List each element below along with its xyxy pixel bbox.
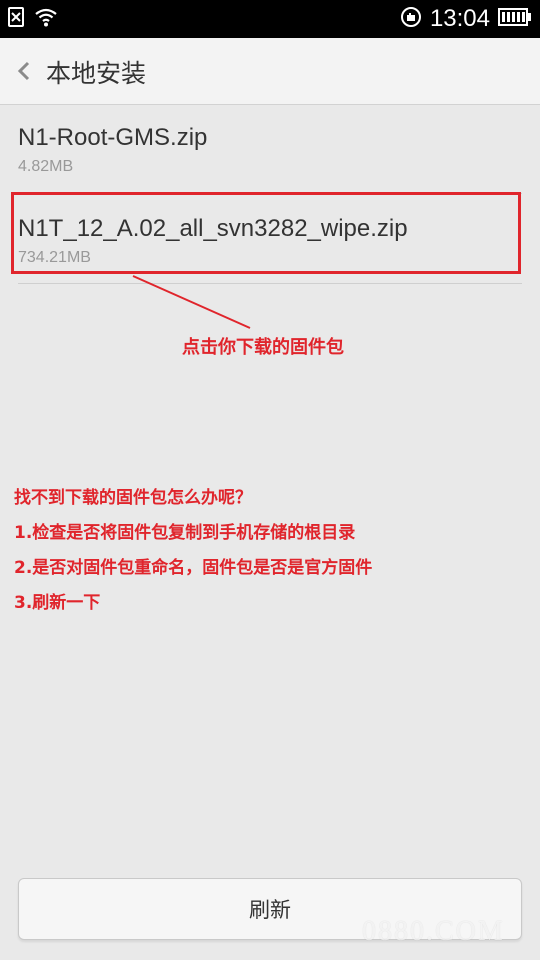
- highlight-box: [11, 192, 521, 274]
- help-text: 找不到下载的固件包怎么办呢？ 1.检查是否将固件包复制到手机存储的根目录 2.是…: [14, 486, 372, 626]
- help-question: 找不到下载的固件包怎么办呢？: [14, 488, 252, 508]
- wifi-icon: [34, 7, 58, 31]
- file-size: 4.82MB: [18, 158, 74, 175]
- alarm-icon: [400, 6, 422, 32]
- clock-time: 13:04: [429, 5, 490, 32]
- file-name: N1-Root-GMS.zip: [18, 124, 208, 151]
- page-title: 本地安装: [46, 59, 147, 88]
- battery-icon: [498, 7, 532, 31]
- chevron-left-icon[interactable]: [14, 58, 36, 84]
- sim-off-icon: [8, 7, 24, 31]
- annotation-label: 点击你下载的固件包: [182, 337, 344, 358]
- file-item[interactable]: N1-Root-GMS.zip 4.82MB: [18, 124, 522, 176]
- watermark: 0880.COM: [362, 916, 505, 947]
- action-bar: 本地安装: [0, 38, 540, 105]
- help-step: 1.检查是否将固件包复制到手机存储的根目录: [14, 523, 356, 543]
- help-step: 3.刷新一下: [14, 593, 101, 613]
- help-step: 2.是否对固件包重命名，固件包是否是官方固件: [14, 558, 373, 578]
- list-divider: [18, 283, 522, 284]
- status-bar: 13:04: [0, 0, 540, 38]
